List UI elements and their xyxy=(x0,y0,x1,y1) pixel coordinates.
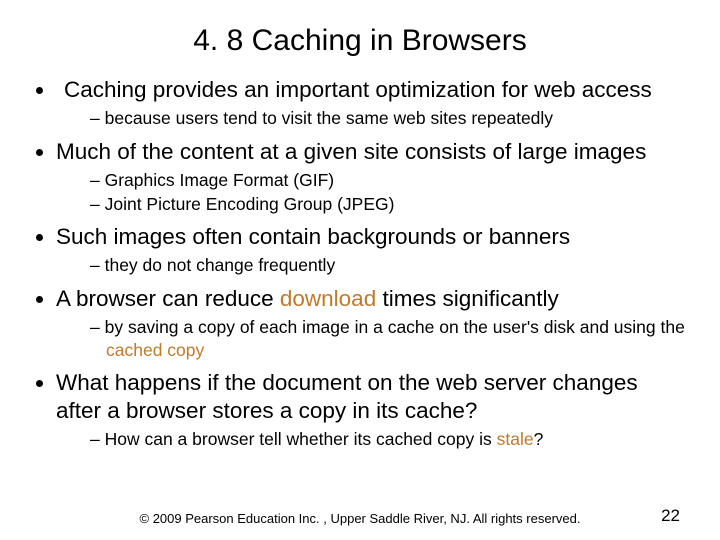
bullet-5-sub-1-post: ? xyxy=(534,429,544,449)
slide-title: 4. 8 Caching in Browsers xyxy=(34,24,686,58)
bullet-5: What happens if the document on the web … xyxy=(56,369,686,450)
bullet-3-sub: they do not change frequently xyxy=(56,254,686,276)
slide: 4. 8 Caching in Browsers Caching provide… xyxy=(0,0,720,540)
bullet-5-sub-1: How can a browser tell whether its cache… xyxy=(90,428,686,450)
bullet-4-post: times significantly xyxy=(376,286,559,311)
bullet-3: Such images often contain backgrounds or… xyxy=(56,223,686,277)
bullet-2-sub: Graphics Image Format (GIF) Joint Pictur… xyxy=(56,169,686,215)
bullet-3-sub-1: they do not change frequently xyxy=(90,254,686,276)
page-number: 22 xyxy=(661,506,680,526)
download-word: download xyxy=(280,286,376,311)
cached-copy-word: cached copy xyxy=(106,340,204,360)
bullet-5-text: What happens if the document on the web … xyxy=(56,370,638,422)
bullet-2-sub-1: Graphics Image Format (GIF) xyxy=(90,169,686,191)
bullet-5-sub: How can a browser tell whether its cache… xyxy=(56,428,686,450)
bullet-3-text: Such images often contain backgrounds or… xyxy=(56,224,570,249)
bullet-5-sub-1-pre: How can a browser tell whether its cache… xyxy=(105,429,497,449)
bullet-2-text: Much of the content at a given site cons… xyxy=(56,139,646,164)
bullet-2: Much of the content at a given site cons… xyxy=(56,138,686,215)
bullet-list: Caching provides an important optimizati… xyxy=(34,76,686,450)
bullet-4-sub-1: by saving a copy of each image in a cach… xyxy=(90,316,686,361)
bullet-4-sub: by saving a copy of each image in a cach… xyxy=(56,316,686,361)
bullet-4-pre: A browser can reduce xyxy=(56,286,280,311)
bullet-1-sub-1: because users tend to visit the same web… xyxy=(90,107,686,129)
bullet-4-sub-1-pre: by saving a copy of each image in a cach… xyxy=(105,317,685,337)
bullet-1-text: Caching provides an important optimizati… xyxy=(56,76,652,103)
stale-word: stale xyxy=(497,429,534,449)
bullet-4: A browser can reduce download times sign… xyxy=(56,285,686,361)
bullet-2-sub-2: Joint Picture Encoding Group (JPEG) xyxy=(90,193,686,215)
bullet-1-sub: because users tend to visit the same web… xyxy=(56,107,686,129)
footer-copyright: © 2009 Pearson Education Inc. , Upper Sa… xyxy=(0,511,720,526)
bullet-1: Caching provides an important optimizati… xyxy=(56,76,686,130)
